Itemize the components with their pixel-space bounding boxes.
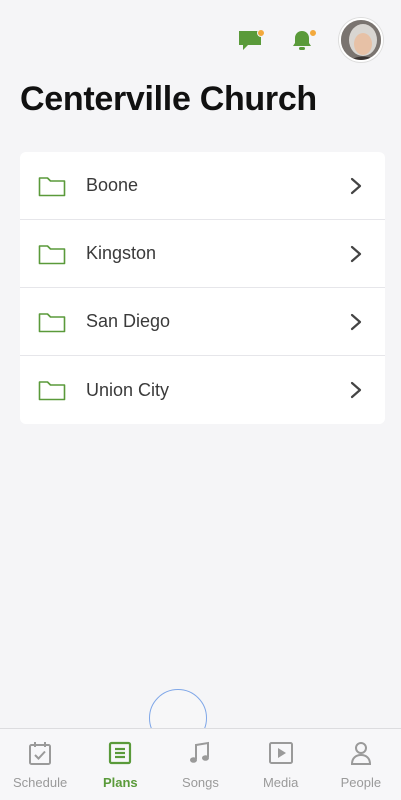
folder-label: Boone [86,175,139,195]
tab-label: Songs [182,775,219,790]
chat-button[interactable] [235,25,265,55]
folder-icon [38,312,66,332]
play-icon [268,742,293,764]
folder-label: Kingston [86,243,157,263]
tab-people[interactable]: People [321,739,401,790]
music-note-icon [190,741,210,763]
notifications-button[interactable] [287,25,317,55]
tab-schedule[interactable]: Schedule [0,739,80,790]
folder-icon [38,244,66,264]
calendar-check-icon [29,742,52,765]
tab-label: Plans [102,775,138,790]
tab-label: Media [262,775,299,790]
chat-badge-dot [257,29,265,37]
tab-label: People [340,775,382,790]
avatar[interactable] [339,18,383,62]
page-title: Centerville Church [20,80,317,118]
screen: Centerville Church Boone Kingston San Di… [0,0,401,800]
top-actions [235,18,383,62]
folder-icon [38,176,66,196]
folder-label: San Diego [86,311,171,331]
tab-songs[interactable]: Songs [160,739,240,790]
chevron-right-icon [350,381,362,399]
chevron-right-icon [350,245,362,262]
plans-icon [109,741,132,765]
folder-row-kingston[interactable]: Kingston [20,220,385,288]
tab-bar: Schedule Plans Songs Media People [0,728,401,800]
folder-row-union-city[interactable]: Union City [20,356,385,424]
folder-list: Boone Kingston San Diego Union City [20,152,385,424]
bell-badge-dot [309,29,317,37]
folder-row-boone[interactable]: Boone [20,152,385,220]
tab-plans[interactable]: Plans [80,739,160,790]
chevron-right-icon [350,177,362,194]
chevron-right-icon [350,313,362,330]
tab-label: Schedule [12,775,68,790]
folder-icon [38,381,66,401]
person-icon [350,742,371,765]
tab-media[interactable]: Media [241,739,321,790]
folder-row-san-diego[interactable]: San Diego [20,288,385,356]
folder-label: Union City [86,379,170,400]
